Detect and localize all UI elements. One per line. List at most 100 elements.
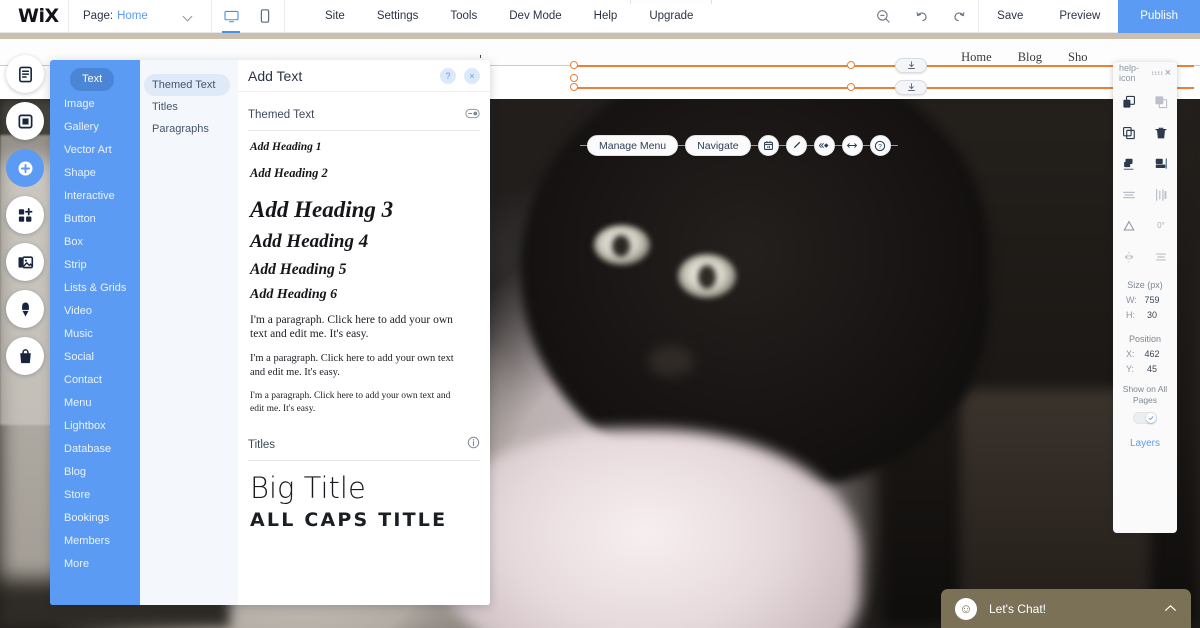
category-gallery[interactable]: Gallery: [50, 116, 140, 139]
category-store[interactable]: Store: [50, 484, 140, 507]
flip-vertical-button[interactable]: [1145, 241, 1177, 272]
category-music[interactable]: Music: [50, 323, 140, 346]
preview-button[interactable]: Preview: [1041, 0, 1118, 33]
category-database[interactable]: Database: [50, 438, 140, 461]
category-social[interactable]: Social: [50, 346, 140, 369]
category-menu[interactable]: Menu: [50, 392, 140, 415]
themed-paragraph-2[interactable]: I'm a paragraph. Click here to add your …: [250, 352, 465, 379]
menu-item-dev-mode[interactable]: Dev Mode: [493, 0, 577, 33]
menus-and-pages-button[interactable]: [6, 55, 44, 93]
selection-handle-left-middle[interactable]: [570, 74, 578, 82]
save-button[interactable]: Save: [979, 0, 1041, 33]
category-lightbox[interactable]: Lightbox: [50, 415, 140, 438]
category-text[interactable]: Text: [70, 68, 114, 91]
category-more[interactable]: More: [50, 553, 140, 576]
help-button[interactable]: ?: [869, 135, 891, 156]
selection-handle-bottom-right[interactable]: [847, 83, 855, 91]
panel-help-icon[interactable]: help-icon: [1119, 63, 1151, 83]
undo-button[interactable]: [902, 0, 940, 33]
subcategory-themed-text[interactable]: Themed Text: [144, 74, 230, 96]
position-x-field[interactable]: X: 462: [1113, 349, 1177, 359]
category-video[interactable]: Video: [50, 300, 140, 323]
redo-button[interactable]: [940, 0, 978, 33]
themed-heading-6[interactable]: Add Heading 6: [250, 287, 480, 303]
blog-button[interactable]: [6, 290, 44, 328]
category-strip[interactable]: Strip: [50, 254, 140, 277]
store-button[interactable]: [6, 337, 44, 375]
category-bookings[interactable]: Bookings: [50, 507, 140, 530]
category-contact[interactable]: Contact: [50, 369, 140, 392]
navigate-button[interactable]: Navigate: [685, 135, 751, 156]
zoom-out-button[interactable]: [864, 0, 902, 33]
align-right-button[interactable]: [1145, 148, 1177, 179]
category-lists-and-grids[interactable]: Lists & Grids: [50, 277, 140, 300]
category-interactive[interactable]: Interactive: [50, 185, 140, 208]
category-button[interactable]: Button: [50, 208, 140, 231]
drag-handle-icon[interactable]: [1151, 68, 1165, 78]
publish-button[interactable]: Publish: [1118, 0, 1200, 33]
themed-paragraph-1[interactable]: I'm a paragraph. Click here to add your …: [250, 313, 465, 341]
animation-button[interactable]: [813, 135, 835, 156]
close-icon[interactable]: ×: [1165, 67, 1171, 79]
themed-heading-1[interactable]: Add Heading 1: [250, 141, 480, 153]
subcategory-titles[interactable]: Titles: [140, 96, 238, 118]
position-y-field[interactable]: Y: 45: [1113, 364, 1177, 374]
distribute-vertical-button[interactable]: [1145, 179, 1177, 210]
layout-button[interactable]: [757, 135, 779, 156]
panel-close-button[interactable]: ×: [464, 67, 480, 84]
page-selector[interactable]: Page: Home: [69, 0, 211, 33]
manage-menu-button[interactable]: Manage Menu: [587, 135, 679, 156]
angle-value[interactable]: 0°: [1145, 210, 1177, 241]
my-uploads-button[interactable]: [6, 243, 44, 281]
category-image[interactable]: Image: [50, 93, 140, 116]
add-button[interactable]: [6, 149, 44, 187]
upgrade-popover-tab[interactable]: [630, 0, 713, 4]
anchor-button-bottom[interactable]: [895, 80, 927, 95]
themed-heading-3[interactable]: Add Heading 3: [250, 197, 480, 223]
themed-heading-4[interactable]: Add Heading 4: [250, 231, 480, 253]
titles-info-button[interactable]: [467, 436, 480, 454]
category-vector-art[interactable]: Vector Art: [50, 139, 140, 162]
size-height-field[interactable]: H: 30: [1113, 310, 1177, 320]
title-big[interactable]: Big Title: [250, 471, 480, 505]
background-button[interactable]: [6, 102, 44, 140]
distribute-horizontal-button[interactable]: [1113, 179, 1145, 210]
add-apps-button[interactable]: [6, 196, 44, 234]
panel-help-button[interactable]: ?: [440, 67, 456, 84]
desktop-view-button[interactable]: [220, 3, 242, 33]
selection-handle-top-left[interactable]: [570, 61, 578, 69]
duplicate-button[interactable]: [1113, 117, 1145, 148]
themed-heading-2[interactable]: Add Heading 2: [250, 166, 480, 181]
menu-item-site[interactable]: Site: [309, 0, 361, 33]
flip-horizontal-button[interactable]: [1113, 241, 1145, 272]
themed-paragraph-3[interactable]: I'm a paragraph. Click here to add your …: [250, 390, 465, 416]
stretch-button[interactable]: [841, 135, 863, 156]
wix-logo[interactable]: WiX: [0, 5, 68, 27]
menu-item-upgrade[interactable]: Upgrade: [633, 0, 709, 33]
delete-button[interactable]: [1145, 117, 1177, 148]
themed-heading-5[interactable]: Add Heading 5: [250, 261, 480, 279]
align-left-button[interactable]: [1113, 148, 1145, 179]
theme-manager-button[interactable]: [465, 106, 480, 124]
title-all-caps[interactable]: ALL CAPS TITLE: [250, 509, 480, 531]
menu-item-settings[interactable]: Settings: [361, 0, 435, 33]
layers-link[interactable]: Layers: [1113, 438, 1177, 449]
send-backward-button[interactable]: [1145, 86, 1177, 117]
category-box[interactable]: Box: [50, 231, 140, 254]
bring-forward-button[interactable]: [1113, 86, 1145, 117]
anchor-button-top[interactable]: [895, 58, 927, 73]
category-shape[interactable]: Shape: [50, 162, 140, 185]
subcategory-paragraphs[interactable]: Paragraphs: [140, 118, 238, 140]
size-width-field[interactable]: W: 759: [1113, 295, 1177, 305]
category-members[interactable]: Members: [50, 530, 140, 553]
mobile-view-button[interactable]: [254, 3, 276, 30]
rotate-button[interactable]: [1113, 210, 1145, 241]
menu-item-help[interactable]: Help: [578, 0, 634, 33]
category-blog[interactable]: Blog: [50, 461, 140, 484]
selection-handle-top-right[interactable]: [847, 61, 855, 69]
show-on-all-pages-toggle[interactable]: [1133, 412, 1157, 424]
chevron-up-icon[interactable]: [1164, 601, 1177, 616]
design-button[interactable]: [785, 135, 807, 156]
selection-handle-bottom-left[interactable]: [570, 83, 578, 91]
chat-widget[interactable]: ☺ Let's Chat!: [941, 589, 1191, 628]
